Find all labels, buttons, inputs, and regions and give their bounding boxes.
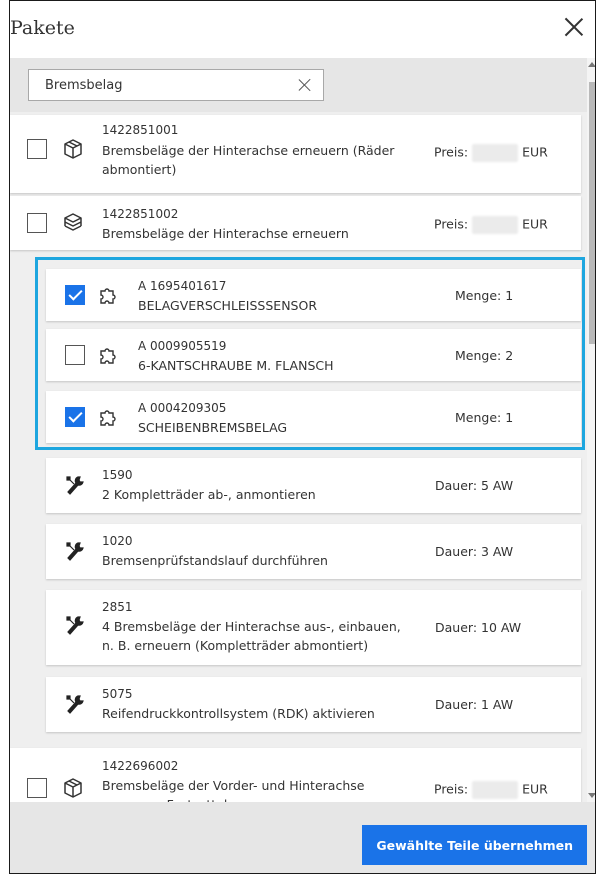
box-stack-icon [64,213,82,231]
clear-search-icon[interactable] [297,77,313,93]
package-checkbox[interactable] [27,139,47,159]
dialog-footer: Gewählte Teile übernehmen [10,802,595,873]
apply-selected-parts-button[interactable]: Gewählte Teile übernehmen [362,825,587,865]
labor-duration: Dauer: 3 AW [435,544,514,559]
labor-duration: Dauer: 5 AW [435,478,514,493]
labor-duration: Dauer: 1 AW [435,697,514,712]
labor-description: 4 Bremsbeläge der Hinterachse aus-, einb… [102,619,401,653]
scroll-down-icon[interactable] [588,793,595,798]
package-item: 1422851002 Bremsbeläge der Hinterachse e… [10,196,581,250]
package-checkbox[interactable] [27,213,47,233]
labor-item: 5075 Reifendruckkontrollsystem (RDK) akt… [46,677,581,732]
package-number: 1422851001 [102,123,179,137]
package-price: Preis: EUR [434,781,548,799]
scroll-up-icon[interactable] [588,62,595,67]
package-price: Preis: EUR [434,144,548,162]
tools-icon [66,616,84,635]
labor-item: 1590 2 Kompletträder ab-, anmontieren Da… [46,458,581,513]
package-item: 1422696002 Bremsbeläge der Vorder- und H… [10,748,581,802]
package-number: 1422851002 [102,207,179,221]
search-bar: Bremsbelag [10,58,587,112]
package-checkbox[interactable] [27,778,47,798]
labor-number: 1590 [102,468,133,482]
labor-number: 5075 [102,687,133,701]
package-price: Preis: EUR [434,216,548,234]
labor-description: 2 Kompletträder ab-, anmontieren [102,487,316,502]
scrollbar-thumb[interactable] [589,82,595,344]
package-description: Bremsbeläge der Hinterachse erneuern (Rä… [102,143,395,177]
box-icon [64,778,82,798]
tools-icon [66,542,84,561]
search-value: Bremsbelag [45,78,123,93]
search-input[interactable]: Bremsbelag [28,69,324,101]
labor-duration: Dauer: 10 AW [435,620,522,635]
package-description: Bremsbeläge der Hinterachse erneuern [102,226,349,241]
dialog-title: Pakete [10,17,75,39]
package-item: 1422851001 Bremsbeläge der Hinterachse e… [10,115,581,193]
labor-number: 1020 [102,534,133,548]
labor-description: Reifendruckkontrollsystem (RDK) aktivier… [102,706,375,721]
labor-number: 2851 [102,600,133,614]
tools-icon [66,695,84,714]
labor-item: 1020 Bremsenprüfstandslauf durchführen D… [46,524,581,579]
dialog-header: Pakete [10,1,595,58]
tools-icon [66,476,84,495]
close-icon[interactable] [562,15,586,39]
scrollbar[interactable] [587,58,595,802]
package-description: Bremsbeläge der Vorder- und Hinterachse … [102,778,365,802]
labor-description: Bremsenprüfstandslauf durchführen [102,553,328,568]
labor-item: 2851 4 Bremsbeläge der Hinterachse aus-,… [46,590,581,665]
packages-dialog: Pakete Bremsbelag 1422851001 Bremsbeläge… [9,0,596,874]
package-list: Bremsbelag 1422851001 Bremsbeläge der Hi… [10,58,587,802]
package-number: 1422696002 [102,759,179,773]
box-icon [64,139,82,159]
selection-highlight [35,257,585,450]
